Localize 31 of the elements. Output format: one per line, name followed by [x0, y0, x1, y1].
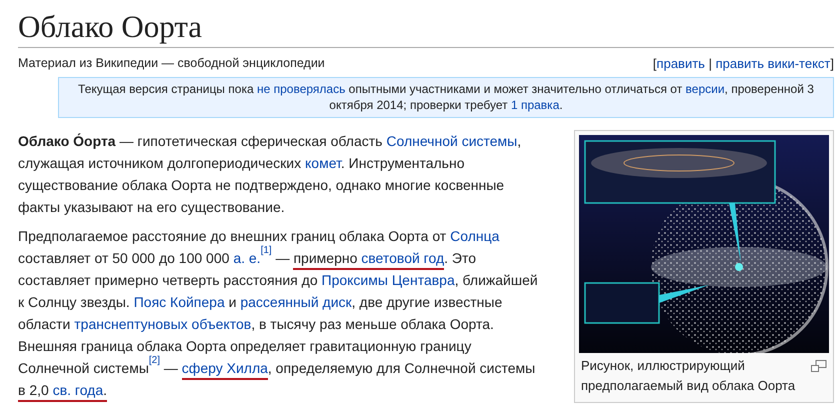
- underlined-text: .: [103, 382, 108, 402]
- underlined-text: в 2,0: [18, 382, 53, 402]
- link[interactable]: Проксимы Центавра: [322, 272, 455, 288]
- link[interactable]: транснептуновых объектов: [74, 316, 252, 332]
- link[interactable]: не проверялась: [256, 82, 346, 96]
- link[interactable]: править: [656, 56, 705, 72]
- paragraph: Облако О́орта — гипотетическая сферическая область Солнечной системы, служащая источником долгопериодических комет. Инструментально существование облака Оорта не подтверждено, однако многие косвенные факты указывают на его существование.: [18, 132, 522, 218]
- link[interactable]: Солнечной системы: [386, 133, 518, 150]
- separator: |: [708, 56, 712, 72]
- link[interactable]: версии: [686, 82, 725, 96]
- underlined-text: примерно: [293, 250, 362, 270]
- link[interactable]: а. е.: [233, 250, 261, 266]
- link[interactable]: Пояс Койпера: [134, 294, 225, 310]
- notice-box: Текущая версия страницы пока не проверялась опытными участниками и может значительно отличаться от версии, проверенной 3 октября 2014; проверки требует 1 правка.: [58, 76, 834, 118]
- bracket: ]: [830, 56, 834, 72]
- link[interactable]: 1 правка: [510, 98, 560, 112]
- paragraph: Предполагаемое расстояние до внешних границ облака Оорта от Солнца составляет от 50 000 до 100 000 а. е.$^{[1]}$ — примерно световой год. Это составляет примерно четверть расстояния до Проксимы Центавра, ближайшей к Солнцу звезды. Пояс Койпера и рассеянный диск, две другие известные области транснептуновых объектов, в тысячу раз меньше облака Оорта. Внешняя граница облака Оорта определяет гравитационную границу Солнечной системы$^{[2]}$ — сферу Хилла, определяемую для Солнечной системы в 2,0 св. года.: [18, 225, 543, 402]
- figure-caption: Рисунок, иллюстрирующий предполагаемый вид облака Оорта: [581, 357, 796, 396]
- subtitle: Материал из Википедии — свободной энциклопедии: [18, 55, 325, 72]
- page-title: Облако Оорта: [18, 8, 834, 48]
- link[interactable]: световой год: [361, 250, 444, 270]
- link[interactable]: комет: [305, 155, 341, 172]
- enlarge-icon[interactable]: [811, 360, 827, 372]
- footnote-link[interactable]: [1]: [260, 244, 272, 256]
- footnote-link[interactable]: [2]: [148, 354, 160, 366]
- bracket: [: [652, 56, 657, 72]
- link[interactable]: править вики-текст: [716, 56, 830, 72]
- link[interactable]: св. года: [52, 382, 104, 402]
- link[interactable]: Солнца: [450, 228, 500, 244]
- link[interactable]: сферу Хилла: [182, 360, 268, 380]
- link[interactable]: рассеянный диск: [240, 294, 352, 310]
